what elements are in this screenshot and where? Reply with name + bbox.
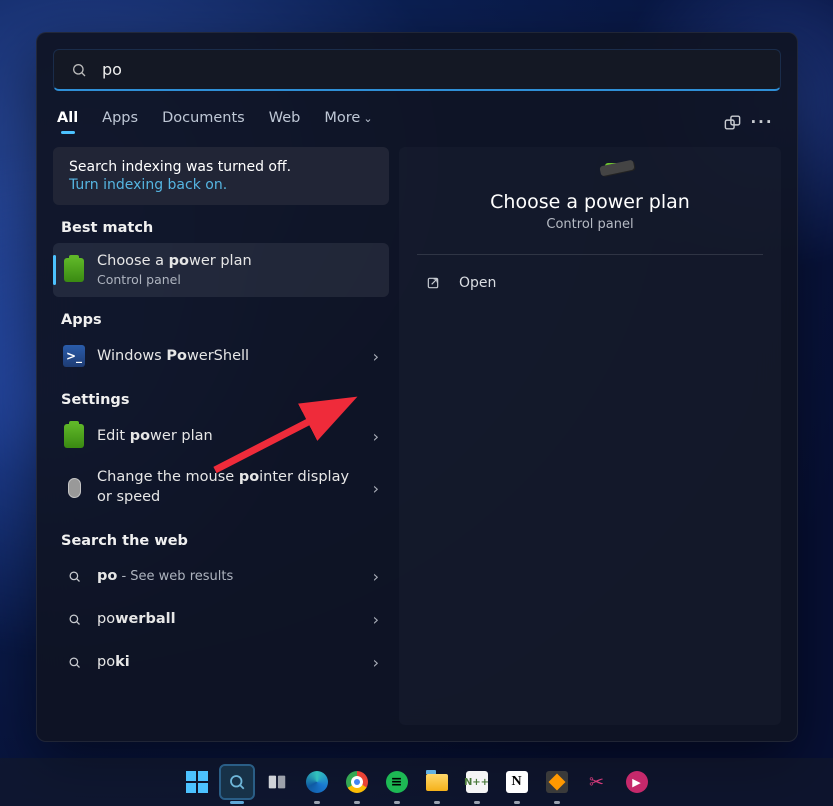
result-edit-power-plan[interactable]: Edit power plan › — [53, 415, 389, 457]
chevron-right-icon[interactable]: › — [373, 567, 379, 586]
mouse-icon — [63, 477, 85, 499]
chevron-right-icon[interactable]: › — [373, 479, 379, 498]
result-title: powerball — [97, 610, 361, 630]
notice-text: Search indexing was turned off. — [69, 159, 373, 175]
tab-documents[interactable]: Documents — [162, 110, 245, 134]
result-web-po[interactable]: po - See web results › — [53, 556, 389, 598]
taskbar-chrome[interactable] — [341, 766, 373, 798]
search-icon — [63, 566, 85, 588]
taskbar-stremio[interactable]: ▶ — [621, 766, 653, 798]
filter-tabs: All Apps Documents Web More⌄ ··· — [53, 107, 781, 137]
taskbar: ≡ N++ N ✂ ▶ — [0, 758, 833, 806]
search-bar[interactable] — [53, 49, 781, 91]
chevron-right-icon[interactable]: › — [373, 610, 379, 629]
taskbar-spotify[interactable]: ≡ — [381, 766, 413, 798]
result-title: Choose a power plan — [97, 252, 379, 272]
powershell-icon: >_ — [63, 345, 85, 367]
quick-search-icon[interactable] — [717, 107, 747, 137]
result-title: Edit power plan — [97, 427, 361, 447]
taskbar-file-explorer[interactable] — [421, 766, 453, 798]
taskbar-start[interactable] — [181, 766, 213, 798]
preview-subtitle: Control panel — [546, 217, 633, 232]
divider — [417, 254, 763, 255]
taskbar-snip[interactable]: ✂ — [581, 766, 613, 798]
tab-apps[interactable]: Apps — [102, 110, 138, 134]
section-best-match: Best match — [53, 206, 389, 242]
indexing-notice: Search indexing was turned off. Turn ind… — [53, 147, 389, 205]
results-column: Search indexing was turned off. Turn ind… — [53, 147, 389, 725]
search-icon — [63, 609, 85, 631]
result-title: Change the mouse pointer display or spee… — [97, 468, 361, 507]
taskbar-notion[interactable]: N — [501, 766, 533, 798]
tab-all[interactable]: All — [57, 110, 78, 134]
turn-indexing-on-link[interactable]: Turn indexing back on. — [69, 177, 227, 193]
preview-title: Choose a power plan — [490, 191, 690, 213]
taskbar-sublime[interactable] — [541, 766, 573, 798]
result-title: Windows PowerShell — [97, 347, 361, 367]
open-label: Open — [459, 275, 496, 291]
chevron-right-icon[interactable]: › — [373, 427, 379, 446]
taskbar-task-view[interactable] — [261, 766, 293, 798]
result-web-powerball[interactable]: powerball › — [53, 599, 389, 641]
taskbar-notepadpp[interactable]: N++ — [461, 766, 493, 798]
tab-web[interactable]: Web — [269, 110, 301, 134]
result-web-poki[interactable]: poki › — [53, 642, 389, 684]
result-subtitle: Control panel — [97, 272, 379, 289]
chevron-right-icon[interactable]: › — [373, 347, 379, 366]
battery-icon — [63, 259, 85, 281]
preview-pane: Choose a power plan Control panel Open — [399, 147, 781, 725]
chevron-right-icon[interactable]: › — [373, 653, 379, 672]
result-title: poki — [97, 653, 361, 673]
taskbar-search[interactable] — [221, 766, 253, 798]
search-panel: All Apps Documents Web More⌄ ··· Search … — [36, 32, 798, 742]
result-mouse-pointer[interactable]: Change the mouse pointer display or spee… — [53, 458, 389, 517]
more-options-icon[interactable]: ··· — [747, 107, 777, 137]
taskbar-edge[interactable] — [301, 766, 333, 798]
section-settings: Settings — [53, 378, 389, 414]
tab-more[interactable]: More⌄ — [324, 110, 372, 134]
result-choose-power-plan[interactable]: Choose a power plan Control panel — [53, 243, 389, 297]
result-windows-powershell[interactable]: >_ Windows PowerShell › — [53, 335, 389, 377]
battery-icon — [63, 425, 85, 447]
search-input[interactable] — [102, 60, 766, 79]
result-title: po - See web results — [97, 567, 361, 587]
section-apps: Apps — [53, 298, 389, 334]
section-search-web: Search the web — [53, 519, 389, 555]
search-icon — [63, 652, 85, 674]
search-icon — [68, 59, 90, 81]
open-button[interactable]: Open — [417, 265, 763, 301]
